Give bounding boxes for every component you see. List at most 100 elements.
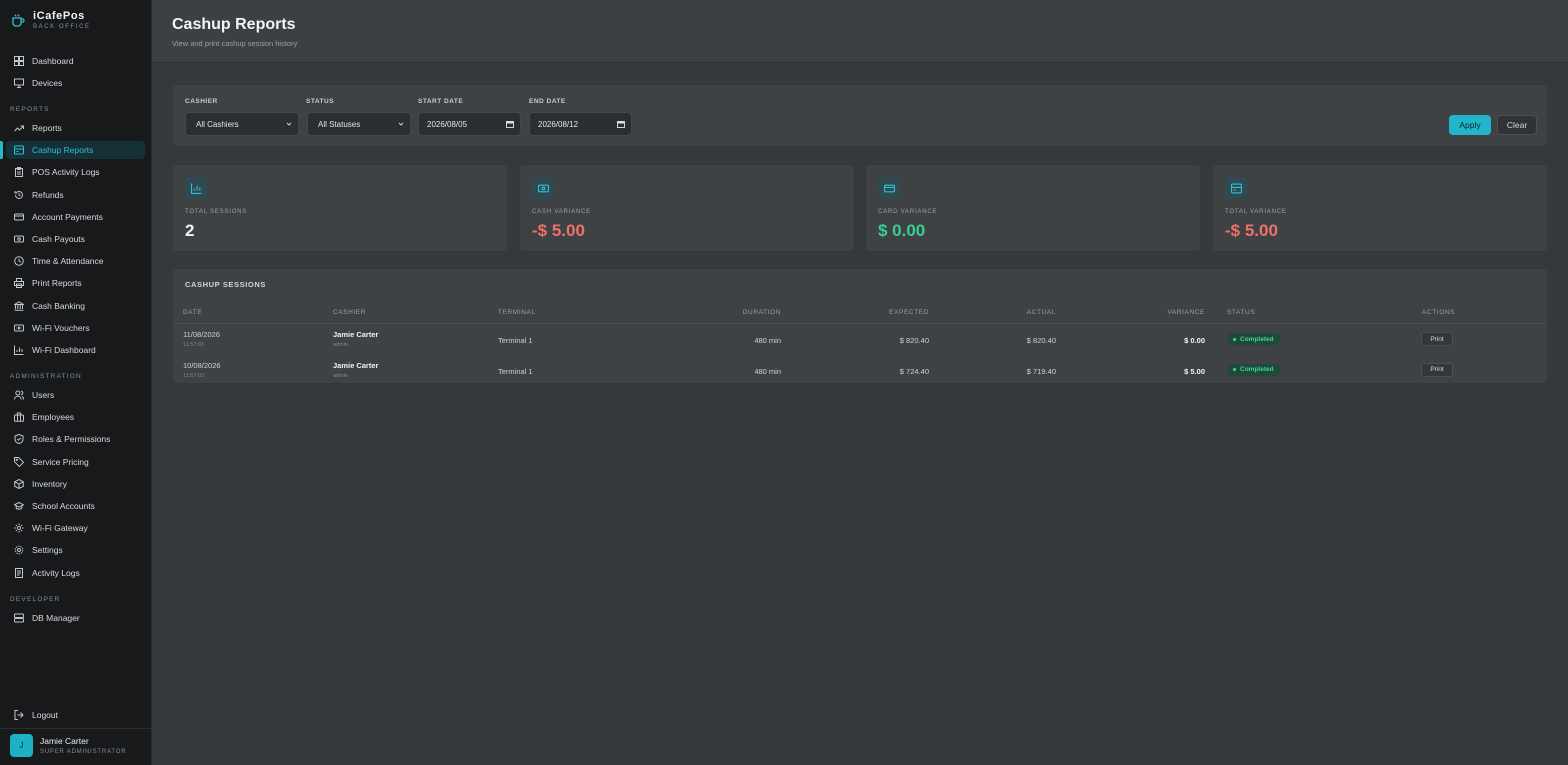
actual-cell: $ 719.40 [1026, 366, 1056, 376]
sidebar-item-label: School Accounts [32, 501, 95, 511]
column-header-terminal[interactable]: TERMINAL [498, 309, 536, 316]
sidebar-item-account-payments[interactable]: Account Payments [6, 208, 145, 226]
filter-bar: CASHIER All Cashiers STATUS All Statuses… [172, 84, 1548, 147]
table-header-divider [173, 323, 1547, 324]
sidebar-item-label: Dashboard [32, 56, 74, 66]
section-label-developer: DEVELOPER [10, 596, 61, 603]
print-button[interactable]: Print [1421, 362, 1453, 377]
sidebar-item-label: Print Reports [32, 278, 82, 289]
sidebar-item-devices[interactable]: Devices [6, 74, 145, 92]
sidebar-item-label: Time & Attendance [32, 256, 104, 267]
column-header-status[interactable]: STATUS [1227, 309, 1255, 316]
sidebar-item-reports[interactable]: Reports [6, 119, 145, 137]
terminal-cell: Terminal 1 [498, 366, 533, 376]
avatar: J [10, 734, 33, 757]
expected-cell: $ 724.40 [899, 366, 929, 376]
cashier-name: Jamie Carter [333, 330, 379, 339]
stat-value: $ 0.00 [878, 221, 926, 240]
start-date-input[interactable]: 2026/08/05 [418, 112, 521, 136]
table-title: CASHUP SESSIONS [185, 280, 266, 289]
column-header-date[interactable]: DATE [183, 309, 202, 316]
cashier-cell: Jamie Carter admin [333, 330, 378, 348]
sidebar-item-wi-fi-gateway[interactable]: Wi-Fi Gateway [6, 519, 145, 537]
table-row[interactable]: 10/08/2026 11:57:03 Jamie Carter admin Termi… [173, 357, 1547, 387]
sidebar-item-roles-and-permissions[interactable]: Roles & Permissions [6, 430, 145, 448]
status-dot-icon [1233, 368, 1236, 371]
logout-icon [14, 710, 24, 720]
print-button[interactable]: Print [1421, 332, 1453, 346]
clipboard-icon [14, 167, 24, 178]
brand[interactable]: iCafePos BACK OFFICE [10, 10, 91, 30]
cashier-label: CASHIER [185, 98, 218, 105]
column-header-actual[interactable]: ACTUAL [1027, 309, 1056, 316]
sidebar-item-cash-banking[interactable]: Cash Banking [6, 297, 145, 315]
column-header-cashier[interactable]: CASHIER [333, 309, 366, 316]
column-header-variance[interactable]: VARIANCE [1167, 309, 1205, 316]
sidebar-item-school-accounts[interactable]: School Accounts [6, 497, 145, 515]
sidebar-item-activity-logs[interactable]: Activity Logs [6, 564, 145, 582]
section-label-reports: REPORTS [10, 106, 50, 113]
stat-card-card-variance: CARD VARIANCE $ 0.00 [865, 164, 1201, 252]
stat-value: -$ 5.00 [532, 221, 585, 240]
column-header-expected[interactable]: EXPECTED [889, 309, 929, 316]
sidebar-item-label: Wi-Fi Vouchers [32, 322, 90, 333]
status-select[interactable]: All Statuses [307, 112, 411, 136]
sidebar-item-settings[interactable]: Settings [6, 541, 145, 559]
stat-card-total-variance: TOTAL VARIANCE -$ 5.00 [1212, 164, 1548, 252]
column-header-duration[interactable]: DURATION [743, 309, 781, 316]
cashier-select-value: All Cashiers [196, 119, 239, 129]
clock-icon [14, 256, 24, 266]
cashier-role: admin [333, 342, 348, 348]
brand-title: iCafePos [33, 10, 85, 22]
sidebar-item-cashup-reports[interactable]: Cashup Reports [6, 141, 145, 160]
sidebar-item-inventory[interactable]: Inventory [6, 475, 145, 493]
sidebar-item-dashboard[interactable]: Dashboard [6, 52, 145, 70]
date-cell: 10/08/2026 11:57:03 [183, 361, 221, 379]
sidebar-item-label: Cash Payouts [32, 234, 85, 244]
coffee-cup-icon [10, 12, 26, 28]
sidebar-item-label: Settings [32, 545, 63, 556]
card-icon [14, 212, 24, 222]
sidebar-item-wi-fi-dashboard[interactable]: Wi-Fi Dashboard [6, 341, 145, 359]
start-date-value: 2026/08/05 [427, 119, 468, 129]
trend-icon [14, 123, 24, 133]
clear-button[interactable]: Clear [1497, 115, 1537, 135]
tag-icon [14, 456, 24, 467]
sidebar: iCafePos BACK OFFICE Dashboard Devices REP… [0, 0, 152, 765]
sidebar-item-db-manager[interactable]: DB Manager [6, 609, 145, 627]
user-role: SUPER ADMINISTRATOR [40, 749, 127, 755]
logs-icon [14, 567, 24, 578]
sidebar-item-time-and-attendance[interactable]: Time & Attendance [6, 252, 145, 270]
apply-button[interactable]: Apply [1449, 115, 1491, 135]
user-profile[interactable]: J Jamie Carter SUPER ADMINISTRATOR [10, 734, 126, 757]
date-cell: 11/08/2026 11:57:03 [183, 330, 220, 348]
printer-icon [14, 278, 24, 289]
sidebar-item-cash-payouts[interactable]: Cash Payouts [6, 230, 145, 248]
logout-label: Logout [32, 710, 58, 720]
gear-icon [14, 523, 24, 533]
stat-label: TOTAL VARIANCE [1225, 209, 1287, 215]
stat-label: CARD VARIANCE [878, 209, 938, 215]
calendar-icon[interactable] [617, 120, 625, 128]
calendar-icon[interactable] [506, 120, 514, 128]
logout-button[interactable]: Logout [6, 706, 145, 724]
settings-icon [14, 545, 24, 555]
sidebar-item-print-reports[interactable]: Print Reports [6, 274, 145, 292]
variance-cell: $ 0.00 [1184, 336, 1205, 345]
end-date-input[interactable]: 2026/08/12 [529, 112, 632, 136]
database-icon [14, 613, 24, 623]
sidebar-item-service-pricing[interactable]: Service Pricing [6, 453, 145, 471]
cashier-select[interactable]: All Cashiers [185, 112, 299, 136]
sidebar-item-refunds[interactable]: Refunds [6, 186, 145, 204]
end-date-label: END DATE [529, 98, 566, 105]
stat-value: -$ 5.00 [1225, 221, 1278, 240]
sidebar-item-label: Cash Banking [32, 300, 85, 311]
stat-label: TOTAL SESSIONS [185, 209, 248, 215]
sidebar-item-employees[interactable]: Employees [6, 408, 145, 426]
sidebar-item-users[interactable]: Users [6, 386, 145, 404]
cashup-sessions-table: CASHUP SESSIONS DATE CASHIER TERMINAL DURAT… [172, 268, 1548, 384]
sidebar-item-wi-fi-vouchers[interactable]: Wi-Fi Vouchers [6, 319, 145, 337]
sidebar-item-pos-activity-logs[interactable]: POS Activity Logs [6, 163, 145, 181]
table-row[interactable]: 11/08/2026 11:57:03 Jamie Carter admin Termi… [173, 326, 1547, 356]
column-header-actions[interactable]: ACTIONS [1422, 309, 1455, 316]
